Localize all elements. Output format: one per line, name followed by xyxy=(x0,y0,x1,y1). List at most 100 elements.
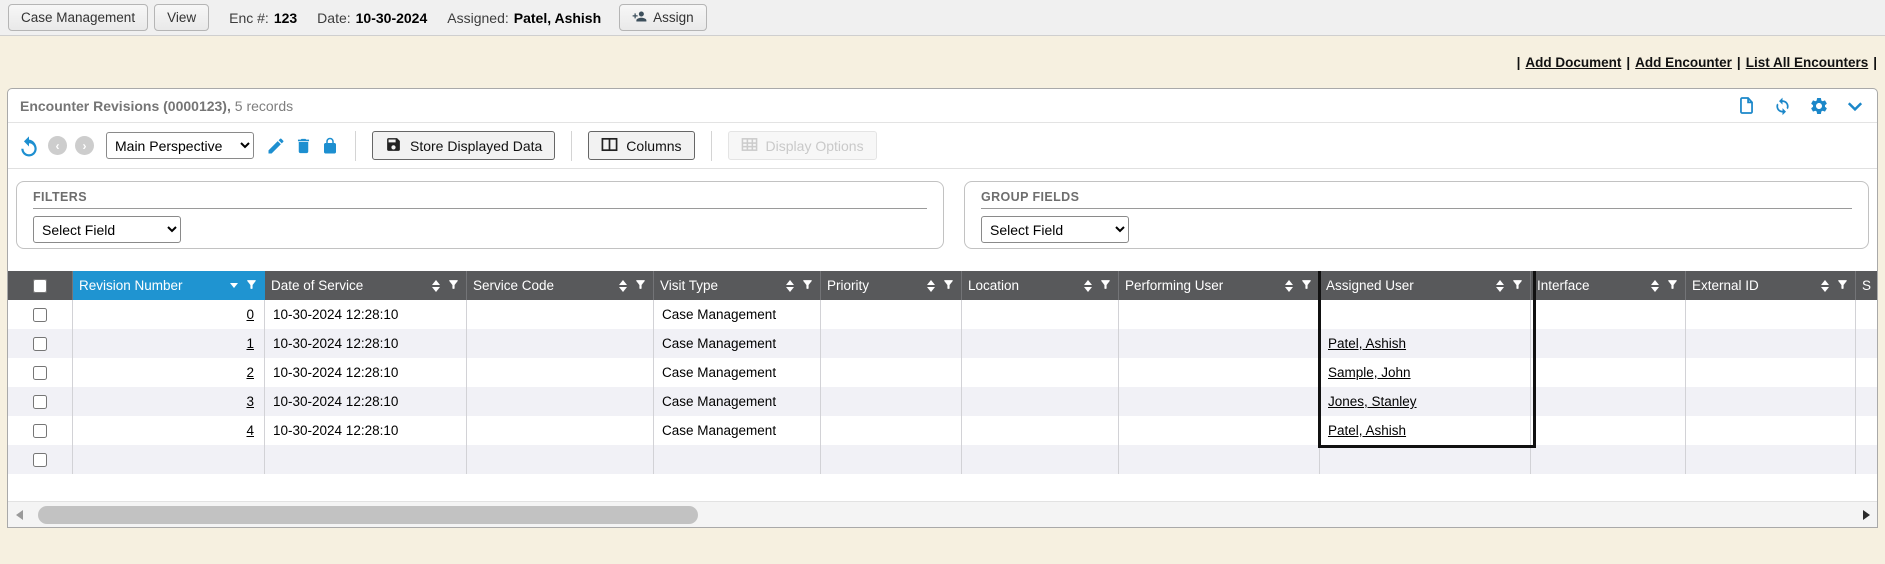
filter-funnel-icon[interactable] xyxy=(447,278,460,294)
column-header-location[interactable]: Location xyxy=(962,271,1119,300)
filter-funnel-icon[interactable] xyxy=(1666,278,1679,294)
row-checkbox[interactable] xyxy=(33,395,47,409)
column-header-revision-number[interactable]: Revision Number xyxy=(73,271,265,300)
location-cell xyxy=(962,358,1119,387)
scrollbar-thumb[interactable] xyxy=(38,506,698,524)
scroll-right-arrow[interactable] xyxy=(1855,502,1877,528)
add-document-link[interactable]: Add Document xyxy=(1525,55,1621,70)
display-options-label: Display Options xyxy=(766,138,864,154)
display-options-button: Display Options xyxy=(728,131,877,160)
sort-icon[interactable] xyxy=(432,280,440,292)
row-checkbox-cell xyxy=(8,387,73,416)
date-value: 10-30-2024 xyxy=(356,10,428,26)
performing-user-cell xyxy=(1119,329,1320,358)
performing-user-cell xyxy=(1119,387,1320,416)
cut-off-cell xyxy=(1856,387,1877,416)
assigned-label: Assigned: xyxy=(447,10,508,26)
service-code-cell xyxy=(467,358,654,387)
external-id-cell xyxy=(1686,416,1856,445)
list-all-encounters-link[interactable]: List All Encounters xyxy=(1746,55,1869,70)
revision-link[interactable]: 1 xyxy=(246,336,254,351)
filter-funnel-icon[interactable] xyxy=(1300,278,1313,294)
external-id-cell xyxy=(1686,387,1856,416)
filter-funnel-icon[interactable] xyxy=(245,278,258,294)
group-fields-label: GROUP FIELDS xyxy=(981,190,1852,209)
row-checkbox[interactable] xyxy=(33,337,47,351)
filter-funnel-icon[interactable] xyxy=(634,278,647,294)
filter-funnel-icon[interactable] xyxy=(1511,278,1524,294)
gear-icon[interactable] xyxy=(1809,96,1829,116)
sort-icon[interactable] xyxy=(1084,280,1092,292)
column-header-interface[interactable]: Interface xyxy=(1531,271,1686,300)
date-of-service-cell: 10-30-2024 12:28:10 xyxy=(265,416,467,445)
date-field: Date: 10-30-2024 xyxy=(317,10,427,26)
row-checkbox[interactable] xyxy=(33,424,47,438)
delete-trash-icon[interactable] xyxy=(294,136,313,156)
add-encounter-link[interactable]: Add Encounter xyxy=(1635,55,1732,70)
sort-icon[interactable] xyxy=(1651,280,1659,292)
column-header-performing-user[interactable]: Performing User xyxy=(1119,271,1320,300)
refresh-icon[interactable] xyxy=(1772,95,1793,116)
assigned-user-link[interactable]: Patel, Ashish xyxy=(1328,336,1406,351)
columns-button[interactable]: Columns xyxy=(588,131,694,160)
row-checkbox[interactable] xyxy=(33,308,47,322)
filters-field-select[interactable]: Select Field xyxy=(33,216,181,243)
revision-link[interactable]: 2 xyxy=(246,365,254,380)
perspective-select[interactable]: Main Perspective xyxy=(106,132,254,159)
location-cell xyxy=(962,300,1119,329)
row-checkbox[interactable] xyxy=(33,453,47,467)
sort-icon[interactable] xyxy=(1821,280,1829,292)
export-page-icon[interactable] xyxy=(1737,95,1756,116)
column-header-external-id[interactable]: External ID xyxy=(1686,271,1856,300)
filter-funnel-icon[interactable] xyxy=(1099,278,1112,294)
assigned-user-link[interactable]: Sample, John xyxy=(1328,365,1411,380)
column-header-visit-type[interactable]: Visit Type xyxy=(654,271,821,300)
row-checkbox[interactable] xyxy=(33,366,47,380)
revision-number-cell: 1 xyxy=(73,329,265,358)
priority-cell xyxy=(821,358,962,387)
revision-link[interactable]: 3 xyxy=(246,394,254,409)
filter-funnel-icon[interactable] xyxy=(1836,278,1849,294)
column-header-date-of-service[interactable]: Date of Service xyxy=(265,271,467,300)
select-all-checkbox[interactable] xyxy=(33,279,47,293)
undo-icon[interactable] xyxy=(18,135,40,157)
sort-icon[interactable] xyxy=(786,280,794,292)
column-header-assigned-user[interactable]: Assigned User xyxy=(1320,271,1531,300)
interface-cell xyxy=(1531,300,1686,329)
sort-icon[interactable] xyxy=(619,280,627,292)
assigned-user-link[interactable]: Jones, Stanley xyxy=(1328,394,1417,409)
column-header-cut-off[interactable]: S xyxy=(1856,271,1877,300)
filter-funnel-icon[interactable] xyxy=(942,278,955,294)
column-header-service-code[interactable]: Service Code xyxy=(467,271,654,300)
sort-icon[interactable] xyxy=(927,280,935,292)
horizontal-scrollbar[interactable] xyxy=(8,501,1877,527)
grid-toolbar: ‹ › Main Perspective Store Displayed Dat… xyxy=(8,123,1877,169)
scroll-left-arrow[interactable] xyxy=(8,502,30,528)
visit-type-cell: Case Management xyxy=(654,416,821,445)
edit-pencil-icon[interactable] xyxy=(266,136,286,156)
empty-cell xyxy=(1531,445,1686,474)
revision-link[interactable]: 0 xyxy=(246,307,254,322)
sort-icon[interactable] xyxy=(1496,280,1504,292)
filter-group-row: FILTERS Select Field GROUP FIELDS Select… xyxy=(8,169,1877,249)
empty-cell xyxy=(467,445,654,474)
collapse-chevron-down-icon[interactable] xyxy=(1845,96,1865,116)
scrollbar-track[interactable] xyxy=(30,502,1855,527)
performing-user-cell xyxy=(1119,416,1320,445)
revision-link[interactable]: 4 xyxy=(246,423,254,438)
table-row-empty xyxy=(8,445,1877,474)
lock-icon[interactable] xyxy=(321,136,339,156)
visit-type-cell: Case Management xyxy=(654,358,821,387)
date-of-service-cell: 10-30-2024 12:28:10 xyxy=(265,300,467,329)
store-displayed-data-button[interactable]: Store Displayed Data xyxy=(372,131,555,160)
assigned-user-link[interactable]: Patel, Ashish xyxy=(1328,423,1406,438)
column-header-priority[interactable]: Priority xyxy=(821,271,962,300)
sort-icon[interactable] xyxy=(1285,280,1293,292)
filter-funnel-icon[interactable] xyxy=(801,278,814,294)
view-button[interactable]: View xyxy=(154,4,209,31)
assign-button[interactable]: Assign xyxy=(619,4,707,31)
sort-desc-icon[interactable] xyxy=(230,283,238,288)
case-management-button[interactable]: Case Management xyxy=(8,4,148,31)
group-field-select[interactable]: Select Field xyxy=(981,216,1129,243)
empty-cell xyxy=(1686,445,1856,474)
